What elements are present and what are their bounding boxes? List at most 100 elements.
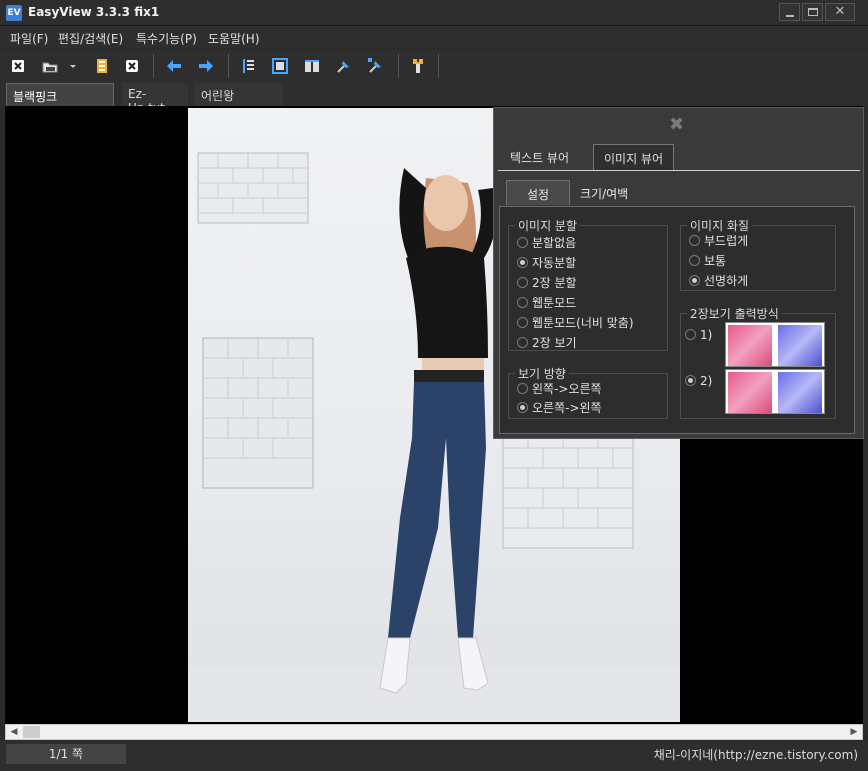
dual-output-group: 2장보기 출력방식 1) 2): [680, 305, 836, 419]
fullscreen-icon: [272, 58, 288, 74]
close-icon: ✕: [834, 4, 846, 19]
radio-indicator[interactable]: [689, 275, 700, 286]
radio-indicator[interactable]: [685, 329, 696, 340]
book-icon: [305, 60, 319, 72]
image-split-title: 이미지 분할: [515, 217, 581, 234]
app-logo-icon: EV: [6, 5, 22, 21]
close-window-button[interactable]: ✕: [825, 3, 855, 21]
radio-indicator[interactable]: [689, 235, 700, 246]
subtab-size-margin[interactable]: 크기/여백: [560, 180, 648, 205]
pin-edit-icon: [368, 58, 381, 73]
dual-output-preview-2: [725, 369, 825, 414]
dual-page-button[interactable]: [302, 56, 322, 76]
quality-smooth-option[interactable]: 부드럽게: [689, 232, 748, 249]
direction-rtl-option[interactable]: 오른쪽->왼쪽: [517, 399, 602, 416]
view-direction-group: 보기 방향 왼쪽->오른쪽 오른쪽->왼쪽: [508, 365, 668, 419]
prev-page-button[interactable]: [164, 56, 184, 76]
close-doc-button[interactable]: [8, 56, 28, 76]
next-page-button[interactable]: [196, 56, 216, 76]
scrollbar-thumb[interactable]: [23, 726, 40, 738]
minimize-button[interactable]: [779, 3, 800, 21]
menu-special[interactable]: 특수기능(P): [136, 30, 197, 47]
webtoon-mode-option[interactable]: 웹툰모드: [517, 294, 576, 311]
bookmark-button[interactable]: [92, 56, 112, 76]
tab-blackpink-jpg[interactable]: 블랙핑크_003.jpg: [6, 83, 114, 119]
webtoon-fit-width-option[interactable]: 웹툰모드(너비 맞춤): [517, 314, 634, 331]
dual-output-option-2[interactable]: 2): [685, 374, 712, 388]
wrench-icon: [413, 59, 423, 73]
menu-file[interactable]: 파일(F): [10, 30, 48, 47]
chevron-down-icon: [70, 65, 76, 68]
tab-little-prince-epub[interactable]: 어린왕자.epub: [195, 83, 283, 120]
toc-button[interactable]: [238, 56, 258, 76]
dual-output-title: 2장보기 출력방식: [687, 305, 782, 322]
toolbar: [0, 50, 868, 82]
radio-indicator[interactable]: [685, 375, 696, 386]
credit-text: 채리-이지네(http://ezne.tistory.com): [653, 748, 858, 762]
window-title: EasyView 3.3.3 fix1: [28, 5, 160, 19]
panel-close-icon[interactable]: ✖: [669, 114, 684, 135]
scroll-left-icon[interactable]: ◀: [6, 725, 22, 739]
fullscreen-button[interactable]: [270, 56, 290, 76]
pin-edit-button[interactable]: [366, 56, 386, 76]
scroll-right-icon[interactable]: ▶: [846, 725, 862, 739]
close-all-icon: [126, 60, 138, 72]
settings-content: 이미지 분할 분할없음 자동분할 2장 분할 웹툰모드 웹툰모드(너비 맞춤) …: [499, 206, 855, 434]
settings-button[interactable]: [408, 56, 428, 76]
dual-output-preview-1: [725, 322, 825, 367]
tab-ez-up-txt[interactable]: Ez-Up.txt: [122, 83, 188, 115]
preview-right-page: [778, 325, 822, 366]
direction-ltr-option[interactable]: 왼쪽->오른쪽: [517, 380, 602, 397]
split-none-option[interactable]: 분할없음: [517, 234, 576, 251]
open-dropdown-button[interactable]: [66, 56, 80, 76]
radio-indicator[interactable]: [517, 297, 528, 308]
radio-indicator[interactable]: [517, 277, 528, 288]
status-bar: 1/1 쪽 채리-이지네(http://ezne.tistory.com): [0, 741, 868, 771]
tab-image-viewer[interactable]: 이미지 뷰어: [593, 144, 675, 170]
toolbar-divider: [438, 54, 439, 78]
title-bar: EV EasyView 3.3.3 fix1 ✕: [0, 0, 868, 26]
pin-button[interactable]: [334, 56, 354, 76]
toolbar-divider: [228, 54, 229, 78]
horizontal-scrollbar[interactable]: ◀ ▶: [5, 724, 863, 740]
two-page-view-option[interactable]: 2장 보기: [517, 334, 577, 351]
menu-edit-search[interactable]: 편집/검색(E): [58, 30, 123, 47]
image-quality-group: 이미지 화질 부드럽게 보통 선명하게: [680, 217, 836, 291]
open-file-button[interactable]: [40, 56, 60, 76]
menu-help[interactable]: 도움말(H): [208, 30, 260, 47]
toolbar-divider: [398, 54, 399, 78]
split-auto-option[interactable]: 자동분할: [517, 254, 576, 271]
maximize-button[interactable]: [802, 3, 823, 21]
tab-text-viewer[interactable]: 텍스트 뷰어: [500, 144, 579, 170]
menu-bar: 파일(F) 편집/검색(E) 특수기능(P) 도움말(H): [0, 26, 868, 48]
radio-indicator[interactable]: [517, 383, 528, 394]
bookmark-icon: [97, 59, 107, 73]
image-split-group: 이미지 분할 분할없음 자동분할 2장 분할 웹툰모드 웹툰모드(너비 맞춤) …: [508, 217, 668, 351]
document-tab-bar: 블랙핑크_003.jpg Ez-Up.txt 어린왕자.epub: [0, 82, 868, 120]
arrow-left-icon: [167, 60, 181, 72]
toolbar-divider: [153, 54, 154, 78]
preview-left-page: [728, 372, 772, 413]
page-indicator[interactable]: 1/1 쪽: [6, 744, 126, 764]
quality-normal-option[interactable]: 보통: [689, 252, 726, 269]
minimize-icon: [786, 15, 794, 17]
panel-tab-divider: [498, 170, 860, 171]
radio-indicator[interactable]: [517, 237, 528, 248]
radio-indicator[interactable]: [517, 337, 528, 348]
preview-left-page: [728, 325, 772, 366]
quality-sharp-option[interactable]: 선명하게: [689, 272, 748, 289]
preview-right-page: [778, 372, 822, 413]
split-two-option[interactable]: 2장 분할: [517, 274, 577, 291]
list-icon: [243, 59, 254, 73]
open-folder-icon: [42, 62, 58, 73]
arrow-right-icon: [199, 60, 213, 72]
close-doc-icon: [12, 60, 24, 72]
viewer-settings-panel: ✖ 텍스트 뷰어 이미지 뷰어 설정 크기/여백 이미지 분할 분할없음 자동분…: [493, 107, 864, 439]
radio-indicator[interactable]: [517, 402, 528, 413]
maximize-icon: [808, 8, 818, 16]
radio-indicator[interactable]: [517, 317, 528, 328]
close-all-button[interactable]: [122, 56, 142, 76]
radio-indicator[interactable]: [689, 255, 700, 266]
dual-output-option-1[interactable]: 1): [685, 328, 712, 342]
radio-indicator[interactable]: [517, 257, 528, 268]
